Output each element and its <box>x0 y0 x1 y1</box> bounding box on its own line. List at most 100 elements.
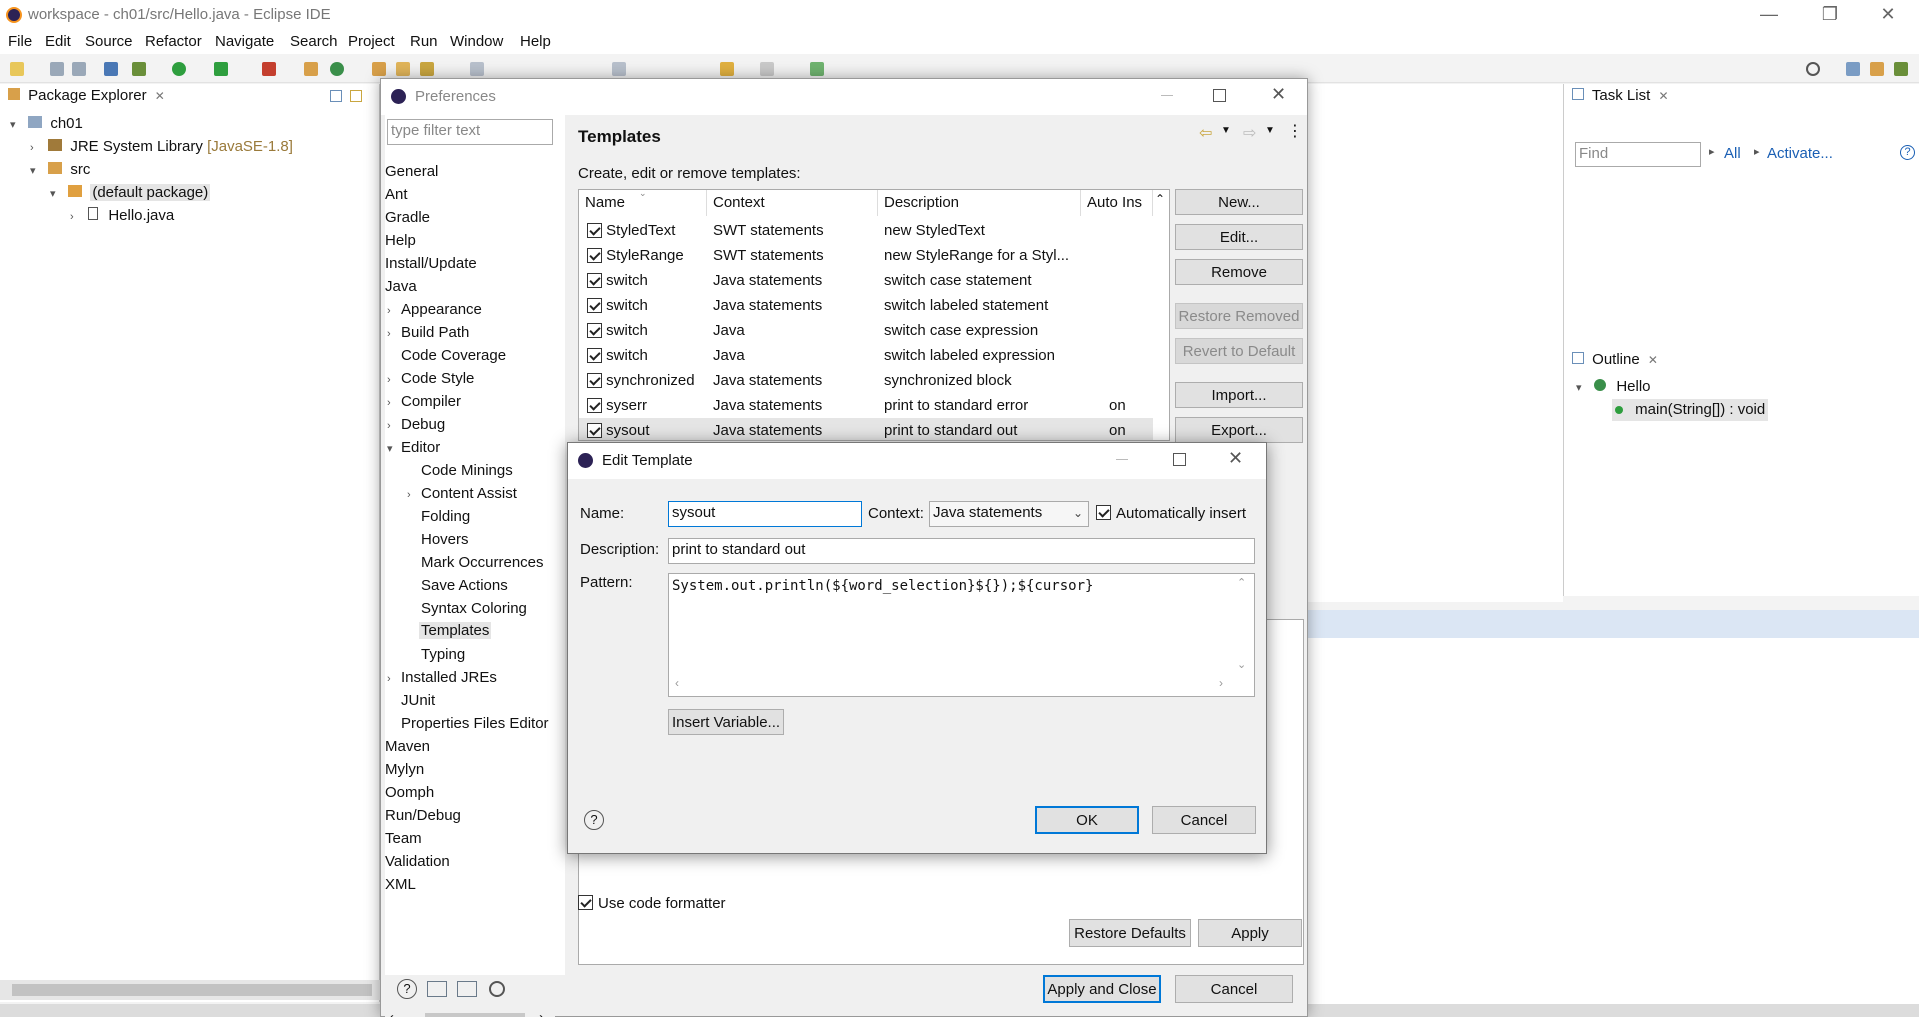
enabled-checkbox[interactable] <box>587 272 602 288</box>
menu-refactor[interactable]: Refactor <box>145 33 202 50</box>
nav-back-icon[interactable]: ⇦ <box>1199 123 1212 143</box>
import-button[interactable]: Import... <box>1175 382 1303 408</box>
pref-code-style[interactable]: › Code Style <box>387 370 474 387</box>
pref-editor[interactable]: ▾ Editor <box>387 439 440 456</box>
revert-default-button[interactable]: Revert to Default <box>1175 338 1303 364</box>
restore-button[interactable]: ❐ <box>1807 0 1853 30</box>
restore-removed-button[interactable]: Restore Removed <box>1175 303 1303 329</box>
pref-appearance[interactable]: › Appearance <box>387 301 482 318</box>
collapsed-icon[interactable]: › <box>387 305 401 317</box>
expanded-icon[interactable]: ▾ <box>387 442 401 455</box>
auto-insert-checkbox[interactable] <box>1096 505 1111 520</box>
pattern-scroll-down-icon[interactable]: ⌄ <box>1237 658 1246 671</box>
collapsed-icon[interactable]: › <box>387 420 401 432</box>
dialog-maximize-button[interactable] <box>1213 89 1226 102</box>
pref-run-debug[interactable]: Run/Debug <box>385 807 461 824</box>
menu-navigate[interactable]: Navigate <box>215 33 274 50</box>
pref-validation[interactable]: Validation <box>385 853 450 870</box>
nav-forward-menu-icon[interactable]: ▼ <box>1265 125 1275 136</box>
column-context[interactable]: Context <box>707 190 878 216</box>
expanded-icon[interactable]: ▾ <box>1576 377 1590 399</box>
pattern-scroll-up-icon[interactable]: ⌃ <box>1237 576 1246 589</box>
auto-insert-option[interactable]: Automatically insert <box>1096 505 1246 522</box>
scrollbar-thumb[interactable] <box>12 984 372 996</box>
pref-maven[interactable]: Maven <box>385 738 430 755</box>
table-row[interactable]: switch Java statements switch labeled st… <box>579 293 1153 318</box>
close-tab-icon[interactable]: ✕ <box>155 89 165 103</box>
close-window-button[interactable]: ✕ <box>1865 0 1911 30</box>
skip-breakpoints-icon[interactable] <box>104 62 118 76</box>
dialog-close-button[interactable]: ✕ <box>1271 84 1286 105</box>
back-icon[interactable] <box>720 62 734 76</box>
collapsed-icon[interactable]: › <box>387 328 401 340</box>
pref-mylyn[interactable]: Mylyn <box>385 761 424 778</box>
table-row[interactable]: synchronized Java statements synchronize… <box>579 368 1153 393</box>
expanded-icon[interactable]: ▾ <box>10 114 24 136</box>
pref-templates[interactable]: Templates <box>419 622 492 639</box>
menu-window[interactable]: Window <box>450 33 503 50</box>
name-input[interactable]: sysout <box>668 501 862 527</box>
table-row-selected[interactable]: sysout Java statements print to standard… <box>579 418 1153 440</box>
pref-xml[interactable]: XML <box>385 876 416 893</box>
view-menu-icon[interactable]: ⋮ <box>1287 121 1303 141</box>
tree-item-src[interactable]: ▾ src <box>30 159 90 181</box>
edit-template-button[interactable]: Edit... <box>1175 224 1303 250</box>
collapsed-icon[interactable]: › <box>387 374 401 386</box>
save-all-icon[interactable] <box>72 62 86 76</box>
pin-editor-icon[interactable] <box>810 62 824 76</box>
open-perspective-icon[interactable] <box>1846 62 1860 76</box>
outline-tab[interactable]: Outline ✕ <box>1572 351 1658 379</box>
filter-input[interactable]: type filter text <box>387 119 553 145</box>
column-description[interactable]: Description <box>878 190 1081 216</box>
expand-activate-icon[interactable]: ▸ <box>1754 145 1760 158</box>
save-icon[interactable] <box>50 62 64 76</box>
link-editor-icon[interactable] <box>350 90 362 102</box>
collapsed-icon[interactable]: › <box>407 489 421 501</box>
enabled-checkbox[interactable] <box>587 422 602 438</box>
enabled-checkbox[interactable] <box>587 222 602 238</box>
nav-back-menu-icon[interactable]: ▼ <box>1221 125 1231 136</box>
pref-java[interactable]: Java <box>385 278 417 295</box>
pattern-scroll-right-icon[interactable]: › <box>1219 676 1223 690</box>
pref-save-actions[interactable]: Save Actions <box>421 577 508 594</box>
pref-folding[interactable]: Folding <box>421 508 470 525</box>
tree-item-hello-java[interactable]: › Hello.java <box>70 205 174 227</box>
new-java-package-icon[interactable] <box>304 62 318 76</box>
new-java-class-icon[interactable] <box>330 62 344 76</box>
run-icon[interactable] <box>172 62 186 76</box>
table-row[interactable]: switch Java switch labeled expression <box>579 343 1153 368</box>
column-auto-insert[interactable]: Auto Ins <box>1081 190 1153 216</box>
next-annotation-icon[interactable] <box>612 62 626 76</box>
menu-help[interactable]: Help <box>520 33 551 50</box>
pref-code-minings[interactable]: Code Minings <box>421 462 513 479</box>
tree-horizontal-scrollbar[interactable]: ‹ › <box>385 1009 555 1017</box>
table-row[interactable]: syserr Java statements print to standard… <box>579 393 1153 418</box>
export-prefs-icon[interactable] <box>457 981 477 997</box>
apply-and-close-button[interactable]: Apply and Close <box>1043 975 1161 1003</box>
collapsed-icon[interactable]: › <box>70 206 84 228</box>
pref-team[interactable]: Team <box>385 830 422 847</box>
enabled-checkbox[interactable] <box>587 297 602 313</box>
task-all-link[interactable]: All <box>1724 145 1741 162</box>
package-explorer-tab[interactable]: Package Explorer ✕ <box>8 87 165 115</box>
pref-syntax-coloring[interactable]: Syntax Coloring <box>421 600 527 617</box>
horizontal-scrollbar[interactable] <box>0 980 380 1000</box>
task-activate-link[interactable]: Activate... <box>1767 145 1833 162</box>
pattern-editor[interactable]: System.out.println(${word_selection}${})… <box>668 573 1255 697</box>
pref-code-coverage[interactable]: Code Coverage <box>401 347 506 364</box>
edit-cancel-button[interactable]: Cancel <box>1152 806 1256 834</box>
pref-content-assist[interactable]: › Content Assist <box>407 485 517 502</box>
pref-help[interactable]: Help <box>385 232 416 249</box>
open-type-icon[interactable] <box>372 62 386 76</box>
coverage-icon[interactable] <box>214 62 228 76</box>
edit-help-icon[interactable]: ? <box>584 810 604 830</box>
pref-properties-editor[interactable]: Properties Files Editor <box>401 715 549 732</box>
pref-ant[interactable]: Ant <box>385 186 408 203</box>
close-tab-icon[interactable]: ✕ <box>1658 89 1668 103</box>
expand-all-icon[interactable]: ▸ <box>1709 145 1715 158</box>
search-tool-icon[interactable] <box>420 62 434 76</box>
new-icon[interactable] <box>10 62 24 76</box>
pref-debug[interactable]: › Debug <box>387 416 445 433</box>
pref-install-update[interactable]: Install/Update <box>385 255 477 272</box>
new-template-button[interactable]: New... <box>1175 189 1303 215</box>
